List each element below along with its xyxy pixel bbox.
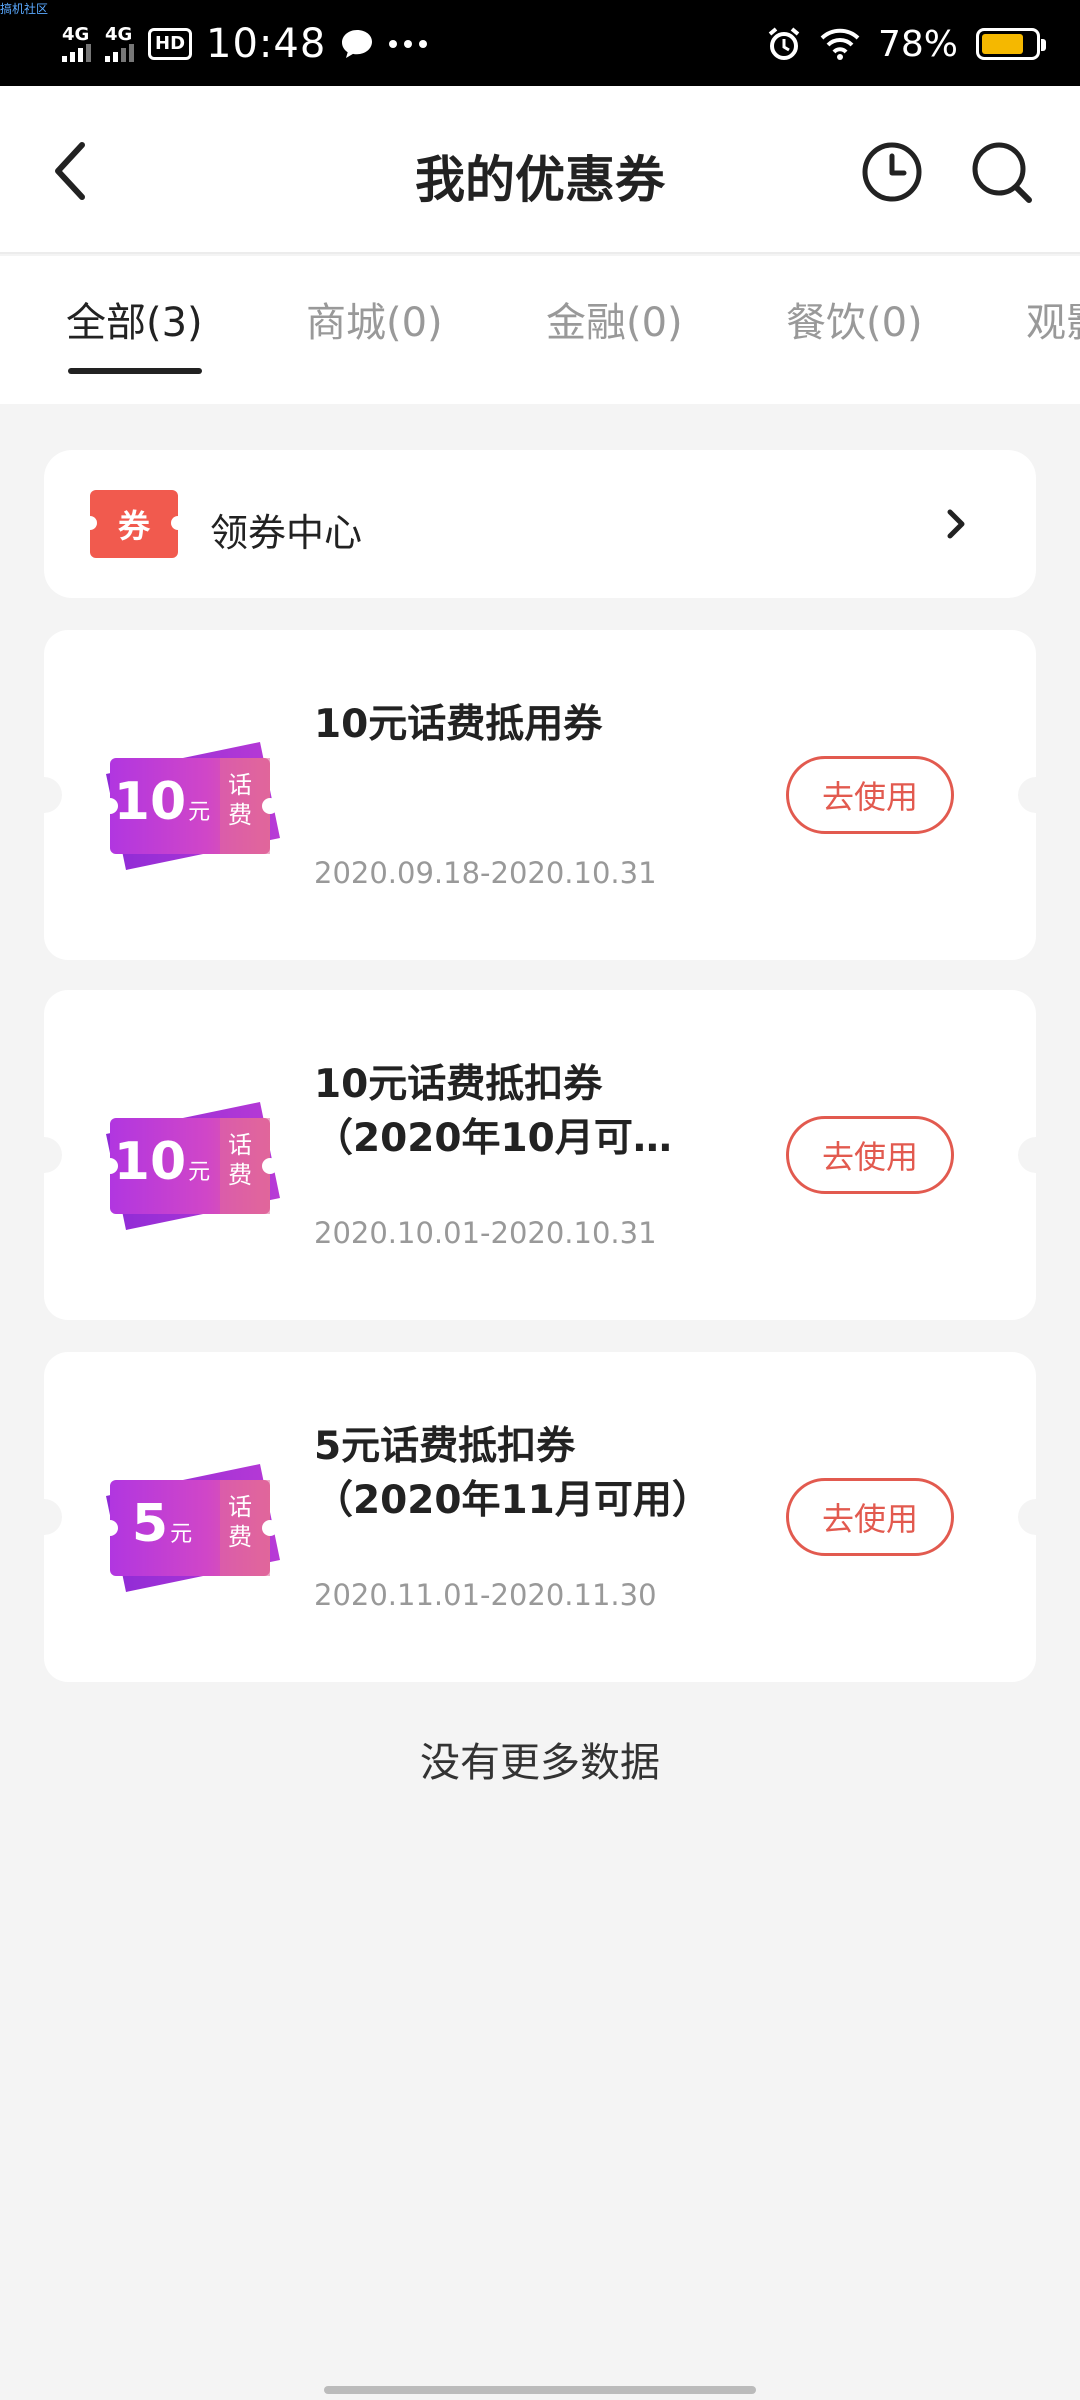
network-type-2: 4G (105, 24, 133, 45)
search-icon (972, 142, 1032, 203)
coupon-badge-icon: 券 (83, 490, 185, 558)
coupon-date-range: 2020.11.01-2020.11.30 (314, 1578, 657, 1612)
coupon-center-label: 领券中心 (210, 511, 363, 555)
watermark-text: 搞机社区 (0, 2, 49, 16)
alarm-icon (768, 27, 800, 60)
phone-credit-ticket-icon: 10元 话费 (92, 1090, 292, 1230)
tab-dining[interactable]: 餐饮(0) (786, 290, 923, 348)
phone-credit-ticket-icon: 5元 话费 (92, 1452, 292, 1592)
coupon-date-range: 2020.10.01-2020.10.31 (314, 1216, 657, 1250)
battery-percent: 78% (877, 23, 958, 65)
signal-1-icon: 4G (62, 26, 91, 62)
signal-2-icon: 4G (105, 26, 134, 62)
use-coupon-button[interactable]: 去使用 (786, 1116, 954, 1194)
ticket-amount: 10 (113, 772, 187, 832)
coupon-card: 10元 话费 10元话费抵用券 2020.09.18-2020.10.31 去使… (26, 630, 1054, 960)
phone-credit-ticket-icon: 10元 话费 (92, 730, 292, 870)
use-coupon-button[interactable]: 去使用 (786, 1478, 954, 1556)
ticket-unit: 元 (188, 800, 211, 825)
tab-all[interactable]: 全部(3) (66, 290, 203, 348)
ticket-amount: 5 (131, 1494, 169, 1554)
tab-finance[interactable]: 金融(0) (546, 290, 683, 348)
category-tabs: 全部(3) 商城(0) 金融(0) 餐饮(0) 观影 (0, 256, 1080, 404)
coupon-card: 5元 话费 5元话费抵扣券 （2020年11月可用） 2020.11.01-20… (26, 1352, 1054, 1682)
ticket-unit: 元 (170, 1522, 193, 1547)
battery-level-fill (982, 34, 1023, 54)
battery-icon (976, 28, 1046, 60)
no-more-data-text: 没有更多数据 (420, 1740, 660, 1786)
history-button[interactable] (856, 136, 928, 208)
hd-voice-icon: HD (148, 28, 193, 60)
ticket-type: 话费 (228, 771, 252, 829)
ticket-type: 话费 (228, 1493, 252, 1551)
ticket-amount: 10 (113, 1132, 187, 1192)
network-type-1: 4G (62, 24, 90, 45)
coupon-center-entry[interactable]: 券 领券中心 (44, 450, 1036, 598)
search-button[interactable] (966, 136, 1038, 208)
app-header: 我的优惠券 (0, 86, 1080, 254)
status-time: 10:48 (206, 21, 327, 67)
coupon-title: 10元话费抵用券 (314, 702, 603, 747)
chevron-right-icon (947, 509, 965, 539)
tab-mall[interactable]: 商城(0) (306, 290, 443, 348)
tab-movies[interactable]: 观影 (1026, 290, 1080, 348)
coupon-title: 5元话费抵扣券 （2020年11月可用） (314, 1424, 711, 1523)
wifi-icon (820, 28, 860, 60)
chat-bubble-icon (342, 30, 373, 58)
active-tab-indicator (68, 368, 202, 374)
coupon-title: 10元话费抵扣券 （2020年10月可… (314, 1062, 672, 1161)
status-bar: 搞机社区 4G 4G HD 10:48 78% (0, 0, 1080, 86)
more-dots-icon (389, 40, 428, 48)
home-indicator[interactable] (324, 2386, 756, 2394)
coupon-card: 10元 话费 10元话费抵扣券 （2020年10月可… 2020.10.01-2… (26, 990, 1054, 1320)
status-right: 78% (766, 14, 1046, 74)
coupon-date-range: 2020.09.18-2020.10.31 (314, 856, 657, 890)
ticket-type: 话费 (228, 1131, 252, 1189)
use-coupon-button[interactable]: 去使用 (786, 756, 954, 834)
status-left: 4G 4G HD 10:48 (62, 14, 428, 74)
ticket-unit: 元 (188, 1160, 211, 1185)
history-clock-icon (862, 142, 922, 202)
